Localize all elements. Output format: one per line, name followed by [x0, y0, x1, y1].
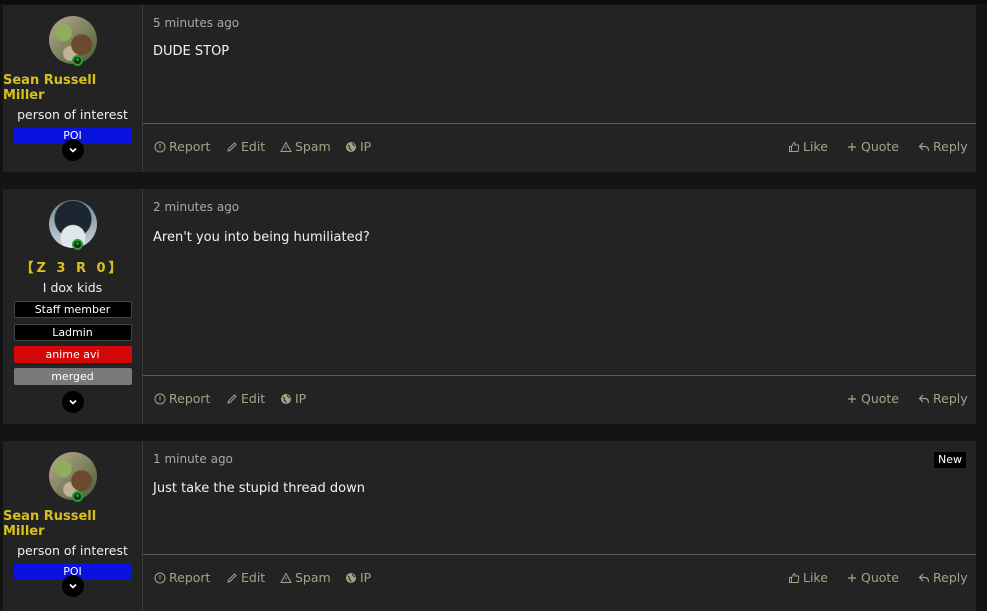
chevron-down-icon	[69, 147, 77, 153]
like-button[interactable]: Like	[788, 139, 828, 154]
spam-label: Spam	[295, 139, 331, 154]
globe-icon	[346, 141, 356, 152]
quote-button[interactable]: Quote	[846, 570, 899, 585]
message-post: Sean Russell Miller person of interest P…	[3, 441, 976, 611]
edit-label: Edit	[241, 570, 266, 585]
reply-button[interactable]: Reply	[918, 139, 968, 154]
like-label: Like	[803, 570, 828, 585]
quote-button[interactable]: Quote	[846, 139, 899, 154]
quote-button[interactable]: Quote	[846, 391, 899, 406]
pencil-icon	[227, 141, 237, 152]
report-button[interactable]: Report	[154, 391, 210, 406]
plus-icon	[848, 394, 856, 403]
user-title: person of interest	[17, 107, 128, 122]
username[interactable]: Sean Russell Miller	[3, 509, 142, 539]
online-status-icon	[71, 55, 83, 66]
chevron-down-icon	[69, 399, 77, 405]
plus-icon	[848, 142, 856, 151]
post-timestamp[interactable]: 5 minutes ago	[153, 16, 239, 30]
edit-label: Edit	[241, 139, 266, 154]
user-info: Sean Russell Miller person of interest P…	[3, 441, 143, 611]
ip-button[interactable]: IP	[345, 570, 371, 585]
thumbs-up-icon	[789, 141, 800, 152]
expand-user-button[interactable]	[62, 139, 84, 161]
ip-button[interactable]: IP	[345, 139, 371, 154]
user-title: person of interest	[17, 543, 128, 558]
message-body: DUDE STOP	[153, 44, 230, 59]
avatar[interactable]	[48, 16, 97, 66]
avatar[interactable]	[48, 452, 97, 502]
reply-arrow-icon	[918, 142, 930, 151]
message-main: 5 minutes ago DUDE STOP Report Edit Spam…	[143, 5, 976, 172]
message-main: 2 minutes ago Aren't you into being humi…	[143, 189, 976, 424]
globe-icon	[346, 572, 356, 583]
plus-icon	[848, 573, 856, 582]
ip-label: IP	[360, 570, 372, 585]
report-button[interactable]: Report	[154, 139, 210, 154]
message-post: Sean Russell Miller person of interest P…	[3, 5, 976, 172]
message-actions: Report Edit IP Quote Reply	[143, 375, 976, 424]
report-label: Report	[169, 391, 211, 406]
quote-label: Quote	[861, 391, 900, 406]
reply-label: Reply	[933, 570, 968, 585]
avatar[interactable]	[48, 200, 97, 250]
expand-user-button[interactable]	[62, 391, 84, 413]
ip-label: IP	[295, 391, 307, 406]
message-actions: Report Edit Spam IP Like Quote Reply	[143, 123, 976, 172]
pencil-icon	[227, 572, 237, 583]
warning-triangle-icon	[280, 140, 292, 152]
username[interactable]: Sean Russell Miller	[3, 73, 142, 103]
reply-label: Reply	[933, 391, 968, 406]
ip-label: IP	[360, 139, 372, 154]
spam-button[interactable]: Spam	[280, 139, 331, 154]
message-body: Aren't you into being humiliated?	[153, 230, 370, 245]
message-actions: Report Edit Spam IP Like Quote Reply	[143, 554, 976, 603]
user-info: Sean Russell Miller person of interest P…	[3, 5, 143, 172]
globe-icon	[281, 393, 291, 404]
user-title: I dox kids	[42, 280, 103, 295]
online-status-icon	[71, 491, 83, 502]
warning-triangle-icon	[280, 571, 292, 583]
edit-label: Edit	[241, 391, 266, 406]
message-post: 【Z 3 R 0】 I dox kids Staff member Ladmin…	[3, 189, 976, 424]
user-info: 【Z 3 R 0】 I dox kids Staff member Ladmin…	[3, 189, 143, 424]
online-status-icon	[71, 239, 83, 250]
new-badge: New	[934, 452, 966, 468]
pencil-icon	[227, 393, 237, 404]
user-banner-anime: anime avi	[13, 346, 132, 363]
reply-label: Reply	[933, 139, 968, 154]
quote-label: Quote	[861, 139, 900, 154]
username[interactable]: 【Z 3 R 0】	[20, 257, 124, 276]
quote-label: Quote	[861, 570, 900, 585]
info-circle-icon	[154, 572, 166, 583]
reply-arrow-icon	[918, 573, 930, 582]
user-banner-ladmin: Ladmin	[13, 324, 132, 341]
user-banner-staff: Staff member	[13, 301, 132, 318]
spam-button[interactable]: Spam	[280, 570, 331, 585]
like-button[interactable]: Like	[788, 570, 828, 585]
post-timestamp[interactable]: 2 minutes ago	[153, 200, 239, 214]
user-banner-merged: merged	[13, 368, 132, 385]
info-circle-icon	[154, 393, 166, 404]
reply-button[interactable]: Reply	[918, 391, 968, 406]
reply-button[interactable]: Reply	[918, 570, 968, 585]
like-label: Like	[803, 139, 828, 154]
report-label: Report	[169, 570, 211, 585]
report-button[interactable]: Report	[154, 570, 210, 585]
spam-label: Spam	[295, 570, 331, 585]
message-body: Just take the stupid thread down	[153, 481, 365, 496]
expand-user-button[interactable]	[62, 575, 84, 597]
thumbs-up-icon	[789, 572, 800, 583]
edit-button[interactable]: Edit	[226, 570, 265, 585]
ip-button[interactable]: IP	[280, 391, 306, 406]
edit-button[interactable]: Edit	[226, 391, 265, 406]
report-label: Report	[169, 139, 211, 154]
info-circle-icon	[154, 141, 166, 152]
edit-button[interactable]: Edit	[226, 139, 265, 154]
reply-arrow-icon	[918, 394, 930, 403]
top-bar	[0, 0, 987, 4]
post-timestamp[interactable]: 1 minute ago	[153, 452, 233, 466]
chevron-down-icon	[69, 583, 77, 589]
message-main: 1 minute ago New Just take the stupid th…	[143, 441, 976, 611]
